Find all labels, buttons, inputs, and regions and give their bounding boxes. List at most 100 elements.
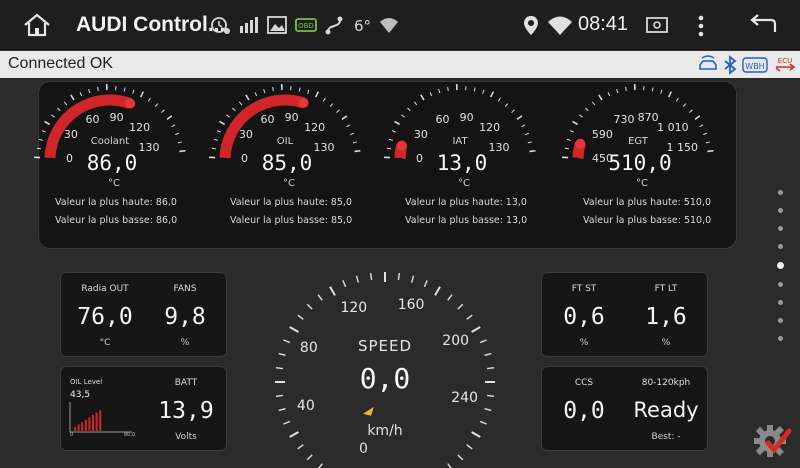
page-dot[interactable] (778, 244, 783, 249)
speed-tick-label: 0 (359, 441, 368, 458)
oil-level-label: OIL Level (70, 378, 103, 386)
speed-tick-label: 120 (340, 299, 368, 316)
gauge-unit: °C (108, 178, 120, 189)
speed-tick-mark (278, 407, 286, 412)
batt-label: BATT (174, 378, 198, 388)
page-dot[interactable] (778, 190, 783, 195)
oil-batt-card[interactable]: OIL Level 43,5 0 80,0 BATT 13,9 Volts (60, 366, 227, 451)
speed-tick-mark (297, 444, 304, 450)
speed-unit: km/h (367, 423, 403, 439)
page-dot[interactable] (778, 208, 783, 213)
ft-st-value: 0,6 (563, 304, 605, 330)
speed-tick-mark (471, 431, 481, 438)
ft-st-label: FT ST (571, 284, 597, 294)
page-dot[interactable] (778, 226, 783, 231)
gauge-tick-label: 60 (435, 113, 450, 127)
home-icon[interactable] (22, 12, 52, 38)
svg-text:6°: 6° (354, 17, 371, 35)
page-dot[interactable] (778, 336, 783, 341)
speed-tick-mark (306, 454, 313, 461)
speed-tick-mark (487, 366, 495, 370)
gauge-name: EGT (628, 136, 648, 147)
speed-tick-label: 40 (296, 397, 315, 414)
ft-st-unit: % (579, 338, 589, 348)
page-dot[interactable] (778, 300, 783, 305)
connection-bar: Connected OK WBH ECU (0, 51, 800, 78)
oil-bar-min: 0 (70, 432, 74, 438)
speed-tick-mark (466, 444, 473, 450)
oil-level-bar (92, 415, 94, 431)
fans-unit: % (180, 338, 190, 348)
speed-tick-mark (329, 286, 336, 296)
bluetooth-icon (724, 55, 737, 75)
car-wifi-icon (699, 55, 717, 70)
oil-level-bar (88, 417, 91, 431)
ecu-icon: ECU (775, 57, 796, 72)
fans-label: FANS (173, 284, 197, 294)
speed-tick-mark (275, 366, 283, 370)
gauge-max-reading: Valeur la plus haute: 510,0 (583, 197, 712, 208)
more-vert-icon[interactable] (696, 14, 706, 38)
speed-tick-mark (283, 339, 291, 344)
speed-tick-mark (457, 303, 464, 310)
obd-icon: OBD (295, 18, 317, 32)
radia-fans-card[interactable]: Radia OUT 76,0 °C FANS 9,8 % (60, 272, 227, 357)
gauge-min-reading: Valeur la plus basse: 85,0 (230, 215, 353, 226)
wifi-network-icon (380, 18, 398, 33)
location-icon (524, 16, 538, 35)
audio-settings-icon (211, 17, 230, 34)
gauge-tick-label: 120 (479, 120, 501, 134)
sd-card-icon (646, 17, 668, 33)
speed-tick-mark (479, 339, 487, 344)
svg-text:ECU: ECU (778, 57, 792, 65)
oil-level-value: 43,5 (70, 390, 91, 400)
ccs-acceleration-card[interactable]: CCS 0,0 80-120kph Ready Best: - (541, 366, 708, 451)
speed-tick-mark (289, 431, 299, 438)
speed-tick-mark (423, 280, 428, 288)
speed-tick-label: 160 (397, 296, 425, 313)
speed-tick-mark (289, 326, 299, 333)
kph-best: Best: - (651, 432, 681, 442)
temperature-icon: 6° (354, 17, 371, 35)
gauge-name: OIL (276, 136, 294, 147)
gauge-tick-label: 90 (284, 110, 299, 124)
speed-tick-mark (342, 280, 347, 288)
speed-tick-mark (283, 420, 291, 425)
speed-tick-mark (484, 352, 492, 357)
route-icon (325, 16, 343, 35)
gauge-tick-label: 60 (85, 113, 100, 127)
gauge-min-reading: Valeur la plus basse: 13,0 (405, 215, 528, 226)
ft-lt-label: FT LT (654, 284, 678, 294)
speed-tick-mark (306, 303, 313, 310)
speed-tick-mark (471, 326, 481, 333)
kph-status: Ready (633, 398, 699, 422)
back-icon[interactable] (748, 14, 778, 36)
gauge-max-reading: Valeur la plus haute: 85,0 (230, 197, 352, 208)
speed-tick-mark (355, 275, 360, 283)
settings-check-icon[interactable] (752, 421, 792, 461)
speed-tick-label: 80 (299, 340, 318, 357)
ccs-value: 0,0 (563, 398, 605, 424)
speed-tick-mark (275, 394, 283, 398)
speed-tick-mark (278, 352, 286, 357)
speed-tick-mark (317, 294, 323, 301)
page-dot[interactable] (778, 282, 783, 287)
page-dot[interactable] (777, 262, 784, 269)
signal-bars-icon (240, 17, 258, 33)
oil-level-bar (74, 427, 76, 431)
fuel-trim-card[interactable]: FT ST 0,6 % FT LT 1,6 % (541, 272, 708, 357)
svg-text:OBD: OBD (298, 22, 314, 30)
gauge-max-reading: Valeur la plus haute: 13,0 (405, 197, 527, 208)
speed-tick-mark (479, 420, 487, 425)
gauge-tick-label: 90 (459, 110, 474, 124)
page-indicator (777, 190, 784, 354)
gauge-value: 85,0 (261, 151, 313, 175)
oil-level-bar (99, 410, 102, 431)
app-title: AUDI Control... (76, 13, 226, 36)
gauge-unit: °C (636, 178, 648, 189)
oil-bar-max: 80,0 (124, 432, 136, 438)
oil-level-bar (95, 412, 98, 431)
batt-unit: Volts (175, 432, 197, 442)
page-dot[interactable] (778, 318, 783, 323)
gauge-value: 13,0 (436, 151, 488, 175)
